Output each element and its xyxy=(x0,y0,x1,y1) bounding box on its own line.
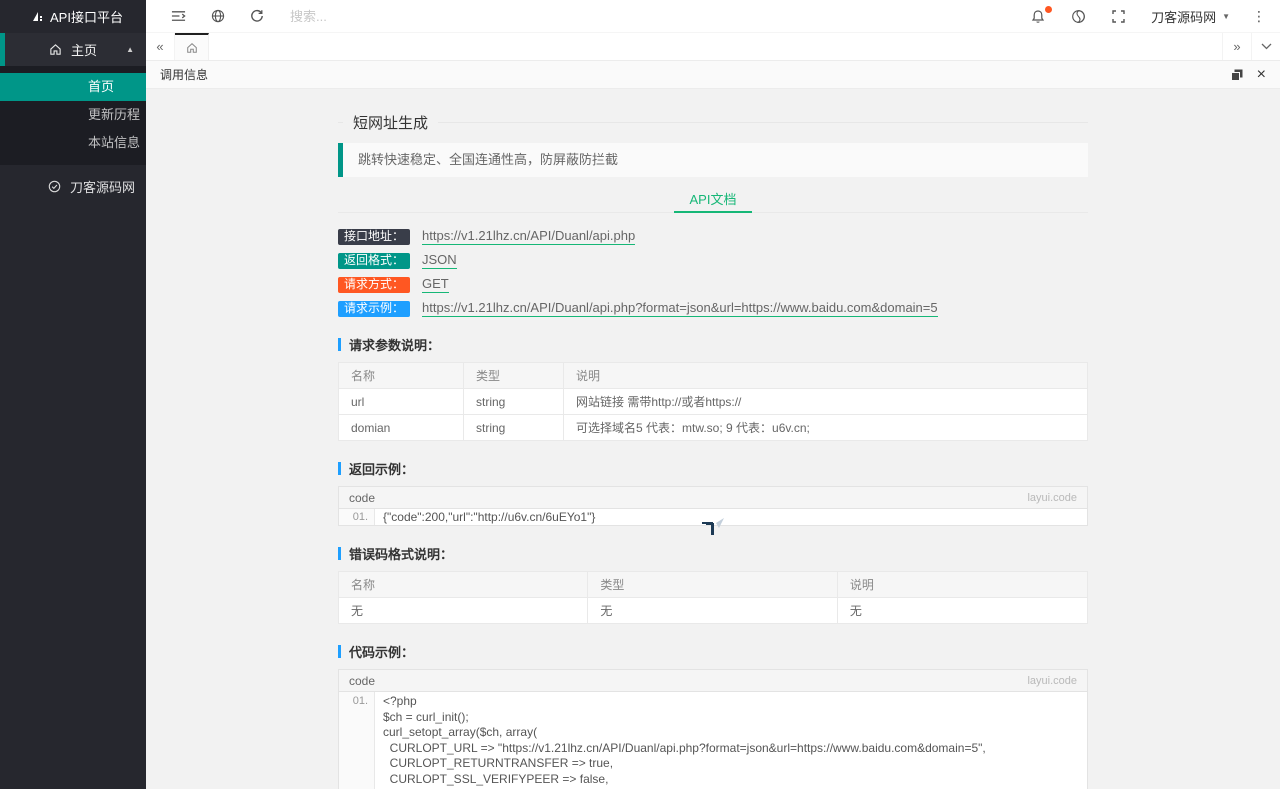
return-format-link[interactable]: JSON xyxy=(422,252,457,269)
request-method-badge: 请求方式： xyxy=(338,276,411,293)
error-code-table: 名称 类型 说明 无 无 无 xyxy=(337,571,1089,624)
table-row: domian string 可选择域名5 代表：mtw.so; 9 代表：u6v… xyxy=(338,414,1088,441)
close-icon[interactable]: × xyxy=(1257,66,1266,83)
home-icon xyxy=(49,43,62,56)
code-block-title: code xyxy=(349,490,376,505)
php-example-code: <?php $ch = curl_init(); curl_setopt_arr… xyxy=(383,694,986,789)
return-format-badge: 返回格式： xyxy=(338,252,411,269)
restore-window-icon[interactable] xyxy=(1230,69,1243,81)
api-info-row: 返回格式： JSON xyxy=(338,252,1088,269)
sidebar-item-home-group[interactable]: 主页 ▲ xyxy=(0,33,146,66)
user-menu[interactable]: 刀客源码网 ▼ xyxy=(1151,7,1230,26)
fullscreen-icon[interactable] xyxy=(1112,9,1125,23)
tabbar-spacer xyxy=(209,33,1222,60)
code-block-header: code layui.code xyxy=(339,670,1087,692)
return-example-wrap: code layui.code 01. {"code":200,"url":"h… xyxy=(338,486,1088,535)
tab-home[interactable] xyxy=(175,33,209,60)
section-heading-return-example: 返回示例： xyxy=(338,459,1088,478)
code-block-body: 01. {"code":200,"url":"http://u6v.cn/6uE… xyxy=(339,509,1087,525)
api-info-row: 请求示例： https://v1.21lhz.cn/API/Duanl/api.… xyxy=(338,300,1088,317)
tab-api-doc[interactable]: API文档 xyxy=(673,185,753,213)
return-example-code-block: code layui.code 01. {"code":200,"url":"h… xyxy=(338,486,1088,526)
sidebar-item-label: 刀客源码网 xyxy=(70,180,136,195)
code-block-header: code layui.code xyxy=(339,487,1087,509)
check-circle-icon xyxy=(48,180,61,193)
tab-strip: « » xyxy=(146,33,1280,61)
app-title: API接口平台 xyxy=(50,10,123,25)
table-header-row: 名称 类型 说明 xyxy=(337,571,1089,598)
line-number-gutter: 01. xyxy=(339,509,375,525)
request-example-link[interactable]: https://v1.21lhz.cn/API/Duanl/api.php?fo… xyxy=(422,300,938,317)
app-window: API接口平台 主页 ▲ 首页 更新历程 本站信息 刀客源码网 搜索... 刀客… xyxy=(0,0,1280,789)
code-block-body: 01. <?php $ch = curl_init(); curl_setopt… xyxy=(339,692,1087,789)
api-info-list: 接口地址： https://v1.21lhz.cn/API/Duanl/api.… xyxy=(338,228,1088,317)
sidebar-item-daoke[interactable]: 刀客源码网 xyxy=(0,170,146,203)
api-endpoint-badge: 接口地址： xyxy=(338,228,411,245)
notification-dot xyxy=(1045,5,1053,13)
code-area: <?php $ch = curl_init(); curl_setopt_arr… xyxy=(375,692,1087,789)
code-block-engine-label: layui.code xyxy=(1027,674,1077,687)
sidebar-item-site-info[interactable]: 本站信息 xyxy=(0,129,146,157)
section-heading-params: 请求参数说明： xyxy=(338,335,1088,354)
api-info-row: 请求方式： GET xyxy=(338,276,1088,293)
panel-actions: × xyxy=(1217,66,1266,83)
line-number-gutter: 01. xyxy=(339,692,375,789)
sidebar-item-label: 主页 xyxy=(71,43,98,58)
sidebar: API接口平台 主页 ▲ 首页 更新历程 本站信息 刀客源码网 xyxy=(0,0,146,789)
refresh-icon[interactable] xyxy=(250,9,264,23)
logo-icon xyxy=(33,11,42,21)
page-title: 短网址生成 xyxy=(353,115,429,132)
code-area: {"code":200,"url":"http://u6v.cn/6uEYo1"… xyxy=(375,509,1087,525)
table-header-row: 名称 类型 说明 xyxy=(338,362,1088,389)
doc-tabs: API文档 xyxy=(338,185,1088,213)
collapse-sidebar-icon[interactable] xyxy=(171,10,186,22)
section-heading-error-codes: 错误码格式说明： xyxy=(338,544,1088,563)
app-logo: API接口平台 xyxy=(0,0,146,33)
heading-accent-bar xyxy=(338,462,341,475)
page-title-field: 短网址生成 xyxy=(338,112,1088,133)
chevron-down-icon xyxy=(1261,43,1271,50)
heading-accent-bar xyxy=(338,338,341,351)
return-json-code: {"code":200,"url":"http://u6v.cn/6uEYo1"… xyxy=(383,510,596,524)
code-block-title: code xyxy=(349,673,376,688)
more-menu-icon[interactable]: ⋮ xyxy=(1252,8,1266,25)
table-row: 无 无 无 xyxy=(337,597,1089,624)
table-row: url string 网站链接 需带http://或者https:// xyxy=(338,388,1088,415)
username: 刀客源码网 xyxy=(1151,9,1217,25)
tabs-menu-button[interactable] xyxy=(1251,33,1280,60)
request-example-badge: 请求示例： xyxy=(338,300,411,317)
chevron-down-icon: ▼ xyxy=(1222,11,1230,21)
globe-icon[interactable] xyxy=(211,9,225,23)
api-endpoint-link[interactable]: https://v1.21lhz.cn/API/Duanl/api.php xyxy=(422,228,636,245)
php-example-code-block: code layui.code 01. <?php $ch = curl_ini… xyxy=(338,669,1088,789)
top-header-bar: 刀客源码网 ▼ ⋮ xyxy=(146,0,1280,33)
search-input[interactable] xyxy=(288,7,458,25)
sidebar-item-index[interactable]: 首页 xyxy=(0,73,146,101)
api-info-row: 接口地址： https://v1.21lhz.cn/API/Duanl/api.… xyxy=(338,228,1088,245)
panel-title: 调用信息 xyxy=(160,68,209,82)
section-heading-code-example: 代码示例： xyxy=(338,642,1088,661)
content-frame: 短网址生成 跳转快速稳定、全国连通性高，防屏蔽防拦截 API文档 接口地址： h… xyxy=(146,89,1280,789)
home-tab-icon xyxy=(186,42,197,53)
sidebar-item-changelog[interactable]: 更新历程 xyxy=(0,101,146,129)
main-area: 刀客源码网 ▼ ⋮ « » 调用信息 xyxy=(146,0,1280,789)
theme-icon[interactable] xyxy=(1071,9,1086,24)
notifications-bell-icon[interactable] xyxy=(1031,5,1053,24)
panel-header: 调用信息 × xyxy=(146,61,1280,89)
description-quote: 跳转快速稳定、全国连通性高，防屏蔽防拦截 xyxy=(338,143,1088,177)
chevron-up-icon: ▲ xyxy=(126,45,134,54)
api-doc-page: 短网址生成 跳转快速稳定、全国连通性高，防屏蔽防拦截 API文档 接口地址： h… xyxy=(337,89,1089,789)
code-block-engine-label: layui.code xyxy=(1027,491,1077,504)
request-method-link[interactable]: GET xyxy=(422,276,449,293)
tabs-scroll-right-button[interactable]: » xyxy=(1222,33,1251,60)
heading-accent-bar xyxy=(338,547,341,560)
heading-accent-bar xyxy=(338,645,341,658)
tabs-scroll-left-button[interactable]: « xyxy=(146,33,175,60)
param-table: 名称 类型 说明 url string 网站链接 需带http://或者http… xyxy=(338,362,1088,441)
topbar-right-actions: 刀客源码网 ▼ ⋮ xyxy=(1005,5,1280,26)
sidebar-submenu: 首页 更新历程 本站信息 xyxy=(0,66,146,165)
